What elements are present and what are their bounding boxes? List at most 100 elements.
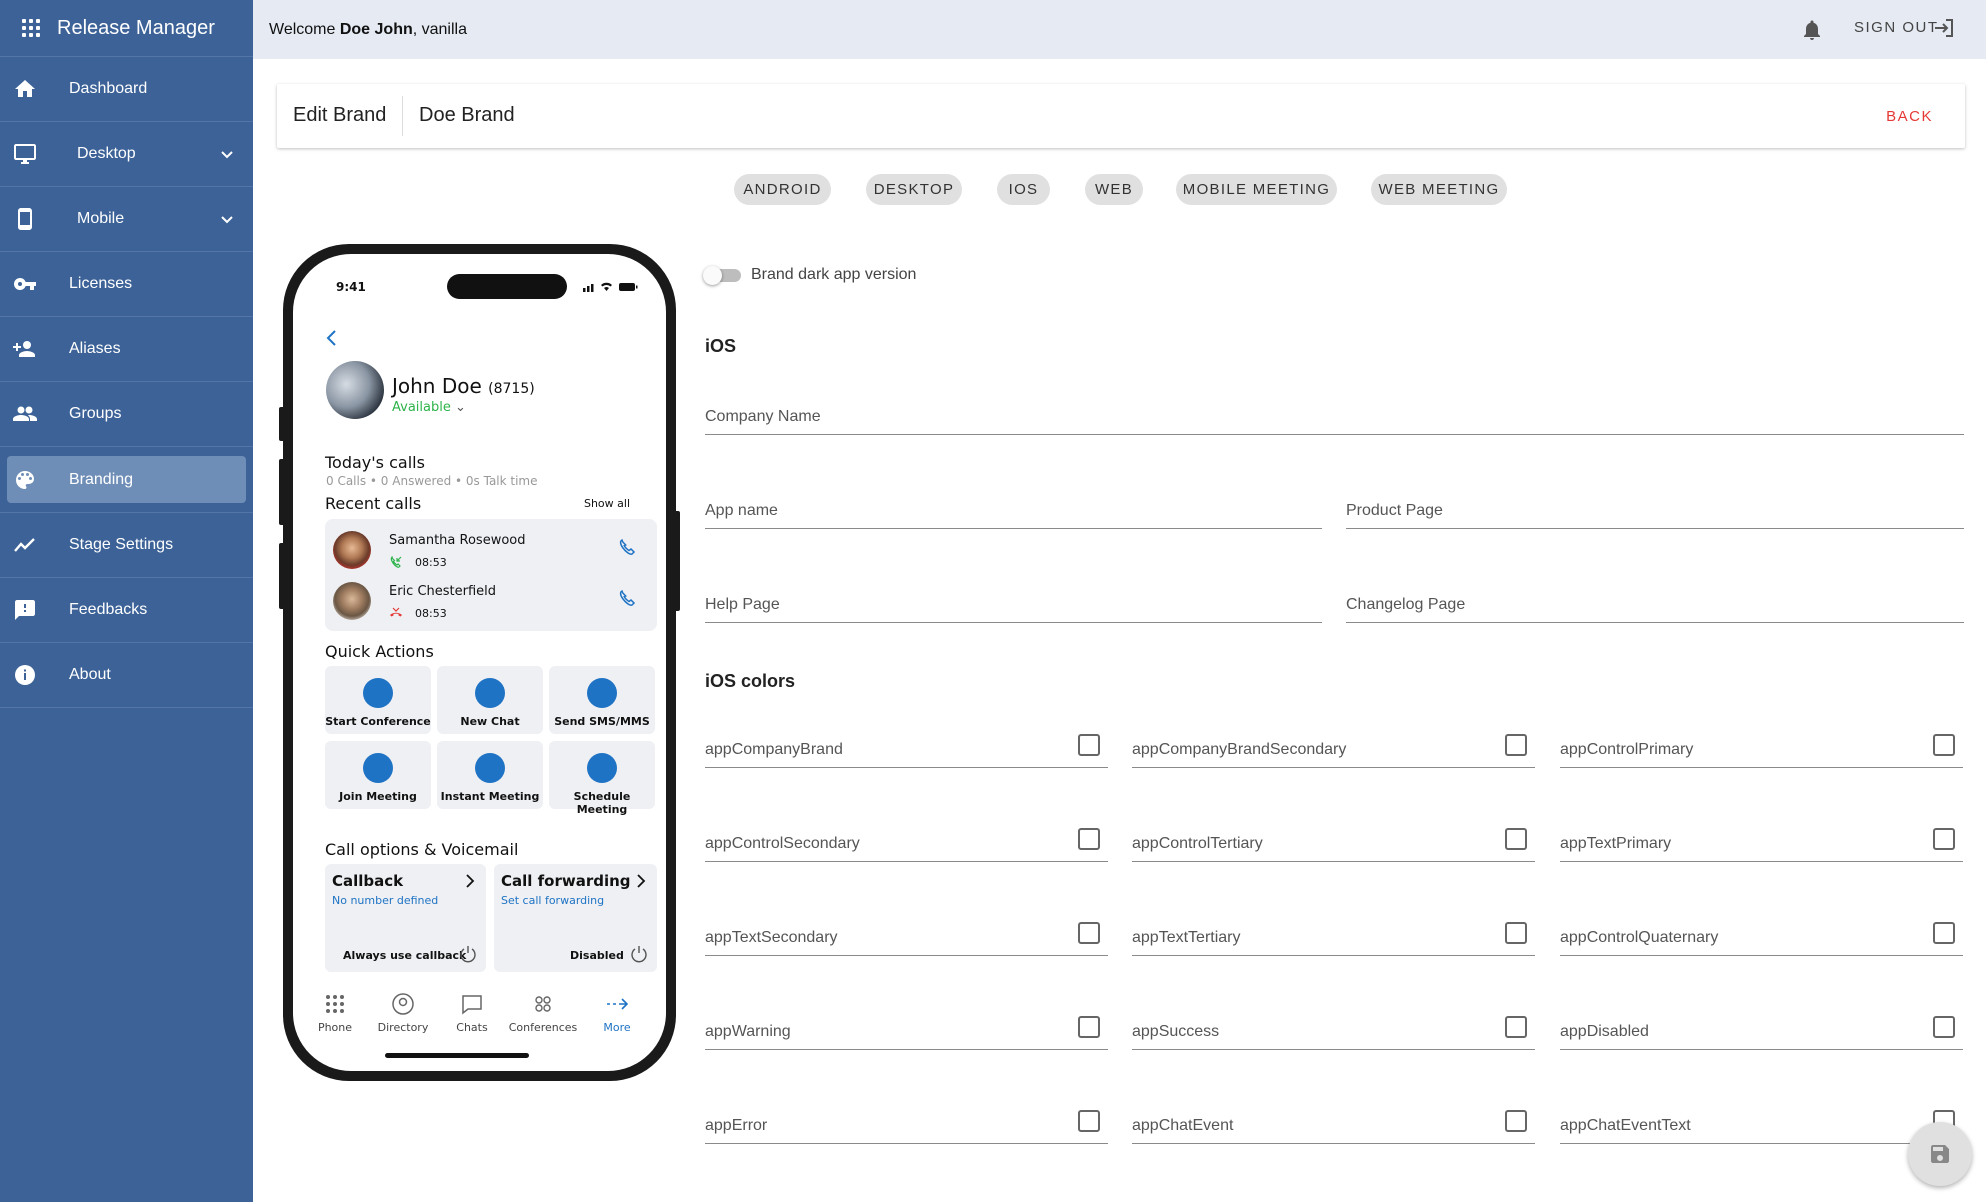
quick-actions-title: Quick Actions xyxy=(325,642,434,661)
color-field[interactable]: appControlPrimary xyxy=(1560,724,1963,768)
sidebar-item-aliases[interactable]: Aliases xyxy=(0,317,253,382)
phone-icon[interactable] xyxy=(617,537,639,559)
color-checkbox[interactable] xyxy=(1933,1016,1955,1038)
power-toggle-icon[interactable] xyxy=(629,944,649,964)
feedback-icon xyxy=(15,600,35,620)
phone-screen: 9:41 John Doe (8715) Available ⌄ Today's… xyxy=(293,254,666,1071)
color-checkbox[interactable] xyxy=(1505,734,1527,756)
color-field[interactable]: appDisabled xyxy=(1560,1006,1963,1050)
forwarding-subtitle: Set call forwarding xyxy=(501,894,605,907)
quick-action-join-meeting[interactable]: Join Meeting xyxy=(325,741,431,809)
color-checkbox[interactable] xyxy=(1078,1016,1100,1038)
back-button[interactable]: BACK xyxy=(1886,108,1933,125)
color-label: appSuccess xyxy=(1132,1023,1220,1040)
back-arrow-icon[interactable] xyxy=(325,329,339,347)
color-field[interactable]: appTextPrimary xyxy=(1560,818,1963,862)
sidebar-item-feedbacks[interactable]: Feedbacks xyxy=(0,578,253,643)
color-checkbox[interactable] xyxy=(1505,828,1527,850)
callback-title: Callback xyxy=(332,872,404,890)
group-icon xyxy=(13,406,37,421)
color-field[interactable]: appChatEventText xyxy=(1560,1100,1963,1144)
color-field[interactable]: appControlSecondary xyxy=(705,818,1108,862)
list-item[interactable]: Eric Chesterfield 08:53 xyxy=(333,578,649,628)
tab-ios[interactable]: IOS xyxy=(997,174,1050,205)
color-field[interactable]: appControlQuaternary xyxy=(1560,912,1963,956)
tab-web-meeting[interactable]: WEB MEETING xyxy=(1371,174,1507,205)
list-item[interactable]: Samantha Rosewood 08:53 xyxy=(333,527,649,577)
color-field[interactable]: appChatEvent xyxy=(1132,1100,1535,1144)
color-label: appDisabled xyxy=(1560,1023,1649,1040)
sidebar-item-licenses[interactable]: Licenses xyxy=(0,252,253,317)
presence-label: Available xyxy=(392,400,451,415)
quick-action-send-sms[interactable]: Send SMS/MMS xyxy=(549,666,655,734)
tab-mobile-meeting[interactable]: MOBILE MEETING xyxy=(1176,174,1337,205)
color-field[interactable]: appTextSecondary xyxy=(705,912,1108,956)
sidebar-item-branding[interactable]: Branding xyxy=(7,456,246,503)
mobile-icon xyxy=(18,208,32,230)
color-checkbox[interactable] xyxy=(1078,1110,1100,1132)
callback-card[interactable]: Callback No number defined Always use ca… xyxy=(325,864,486,972)
sidebar-item-mobile[interactable]: Mobile xyxy=(0,187,253,252)
color-field[interactable]: appTextTertiary xyxy=(1132,912,1535,956)
presence-status[interactable]: Available ⌄ xyxy=(392,400,466,415)
color-checkbox[interactable] xyxy=(1078,922,1100,944)
color-field[interactable]: appError xyxy=(705,1100,1108,1144)
logout-icon[interactable] xyxy=(1932,16,1956,40)
phone-icon[interactable] xyxy=(617,588,639,610)
sidebar-item-dashboard[interactable]: Dashboard xyxy=(0,57,253,122)
desktop-icon xyxy=(14,144,36,164)
nav-conferences[interactable]: Conferences xyxy=(503,992,583,1034)
color-checkbox[interactable] xyxy=(1078,734,1100,756)
bell-icon[interactable] xyxy=(1802,18,1822,40)
color-checkbox[interactable] xyxy=(1505,1016,1527,1038)
apps-grid-icon[interactable] xyxy=(22,19,40,37)
color-checkbox[interactable] xyxy=(1933,828,1955,850)
sidebar-item-groups[interactable]: Groups xyxy=(0,382,253,447)
field-label: App name xyxy=(705,502,778,519)
sidebar-item-about[interactable]: About xyxy=(0,643,253,708)
quick-action-start-conference[interactable]: Start Conference xyxy=(325,666,431,734)
dark-version-toggle[interactable] xyxy=(703,266,745,285)
color-field[interactable]: appCompanyBrandSecondary xyxy=(1132,724,1535,768)
edit-brand-header: Edit Brand Doe Brand BACK xyxy=(277,84,1965,148)
nav-directory[interactable]: Directory xyxy=(373,992,433,1034)
sidebar-item-label: Feedbacks xyxy=(69,601,148,618)
user-name: Doe John xyxy=(339,20,413,38)
nav-more[interactable]: More xyxy=(597,992,637,1034)
save-button[interactable] xyxy=(1908,1122,1972,1186)
nav-phone[interactable]: Phone xyxy=(315,992,355,1034)
call-forwarding-card[interactable]: Call forwarding Set call forwarding Disa… xyxy=(494,864,657,972)
color-checkbox[interactable] xyxy=(1505,922,1527,944)
product-page-field[interactable]: Product Page xyxy=(1346,485,1964,529)
color-checkbox[interactable] xyxy=(1933,922,1955,944)
power-toggle-icon[interactable] xyxy=(458,944,478,964)
dialpad-icon xyxy=(326,995,344,1013)
tab-android[interactable]: ANDROID xyxy=(734,174,831,205)
nav-chats[interactable]: Chats xyxy=(452,992,492,1034)
tab-desktop[interactable]: DESKTOP xyxy=(866,174,962,205)
color-checkbox[interactable] xyxy=(1933,734,1955,756)
page-title: Edit Brand xyxy=(293,104,387,126)
changelog-page-field[interactable]: Changelog Page xyxy=(1346,579,1964,623)
quick-action-schedule-meeting[interactable]: Schedule Meeting xyxy=(549,741,655,816)
company-name-field[interactable]: Company Name xyxy=(705,391,1964,435)
sidebar-item-label: Aliases xyxy=(69,340,121,357)
app-name-field[interactable]: App name xyxy=(705,485,1322,529)
color-field[interactable]: appControlTertiary xyxy=(1132,818,1535,862)
show-all-link[interactable]: Show all xyxy=(584,497,630,510)
tab-web[interactable]: WEB xyxy=(1085,174,1143,205)
color-field[interactable]: appCompanyBrand xyxy=(705,724,1108,768)
quick-action-new-chat[interactable]: New Chat xyxy=(437,666,543,734)
sidebar-item-desktop[interactable]: Desktop xyxy=(0,122,253,187)
sidebar-item-stage-settings[interactable]: Stage Settings xyxy=(0,513,253,578)
color-field[interactable]: appSuccess xyxy=(1132,1006,1535,1050)
color-field[interactable]: appWarning xyxy=(705,1006,1108,1050)
phone-preview: 9:41 John Doe (8715) Available ⌄ Today's… xyxy=(279,244,680,1081)
call-options-title: Call options & Voicemail xyxy=(325,840,519,859)
quick-action-instant-meeting[interactable]: Instant Meeting xyxy=(437,741,543,809)
help-page-field[interactable]: Help Page xyxy=(705,579,1322,623)
sign-out-button[interactable]: SIGN OUT xyxy=(1854,19,1939,36)
color-checkbox[interactable] xyxy=(1078,828,1100,850)
color-checkbox[interactable] xyxy=(1505,1110,1527,1132)
quick-action-label: New Chat xyxy=(460,715,520,728)
